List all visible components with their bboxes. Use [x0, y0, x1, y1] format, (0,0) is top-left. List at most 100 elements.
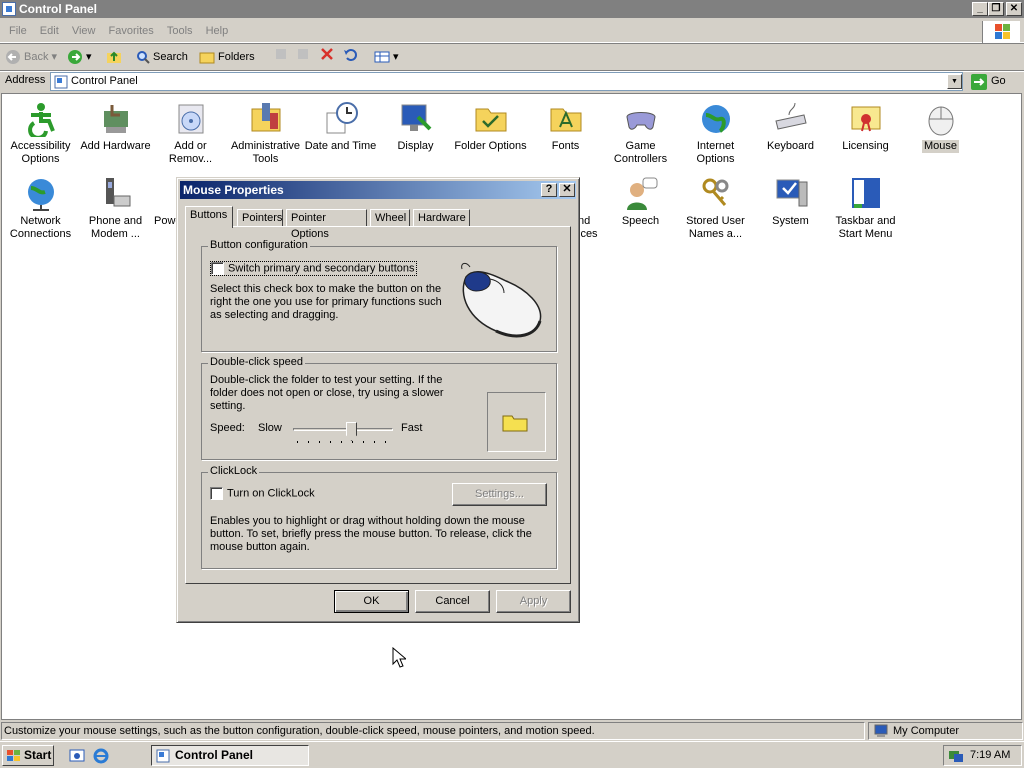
tab-pointer-options[interactable]: Pointer Options	[286, 209, 367, 240]
network-icon	[23, 176, 59, 212]
up-folder-icon	[107, 51, 121, 64]
address-label: Address	[5, 74, 46, 86]
dialog-title: Mouse Properties	[183, 183, 284, 197]
show-desktop-icon[interactable]	[69, 748, 85, 764]
views-icon	[374, 51, 390, 63]
tab-pointers[interactable]: Pointers	[237, 209, 283, 227]
window-titlebar[interactable]: Control Panel _ ❐ ✕	[0, 0, 1024, 18]
tab-hardware[interactable]: Hardware	[413, 209, 470, 227]
double-click-speed-group: Double-click speed Double-click the fold…	[201, 356, 557, 460]
clicklock-settings-button[interactable]: Settings...	[452, 483, 547, 506]
go-button[interactable]: Go	[969, 72, 1006, 91]
ok-button[interactable]: OK	[334, 590, 409, 613]
forward-arrow-icon	[68, 50, 82, 65]
minimize-button[interactable]: _	[972, 2, 988, 16]
menu-edit[interactable]: Edit	[39, 20, 60, 43]
mouse-properties-dialog: Mouse Properties ? ✕ Buttons Pointers Po…	[176, 177, 580, 623]
clicklock-checkbox-box[interactable]	[210, 487, 223, 500]
restore-button[interactable]: ❐	[988, 2, 1004, 16]
views-button[interactable]: ▾	[374, 47, 399, 67]
clock-icon	[323, 101, 359, 137]
double-click-speed-slider[interactable]	[293, 422, 393, 446]
add-remove-programs-item[interactable]: Add or Remov...	[153, 97, 228, 166]
menu-view[interactable]: View	[71, 20, 97, 43]
network-connections-item[interactable]: Network Connections	[3, 172, 78, 241]
phone-icon	[98, 176, 134, 212]
back-button[interactable]: Back ▾	[5, 47, 57, 67]
status-bar: Customize your mouse settings, such as t…	[0, 722, 1024, 740]
taskbar-control-panel-button[interactable]: Control Panel	[151, 745, 309, 766]
undo-icon[interactable]	[343, 47, 359, 67]
date-and-time-item[interactable]: Date and Time	[303, 97, 378, 153]
clock[interactable]: 7:19 AM	[970, 749, 1010, 761]
tab-buttons[interactable]: Buttons	[185, 206, 233, 228]
system-item[interactable]: System	[753, 172, 828, 228]
display-item[interactable]: Display	[378, 97, 453, 153]
network-tray-icon[interactable]	[948, 749, 964, 763]
start-button[interactable]: Start	[2, 745, 54, 766]
keyboard-item[interactable]: Keyboard	[753, 97, 828, 153]
address-dropdown-button[interactable]: ▼	[947, 74, 962, 89]
fast-label: Fast	[401, 422, 423, 434]
taskbar: Start Control Panel 7:19 AM	[0, 741, 1024, 768]
mouse-icon	[923, 101, 959, 137]
button-configuration-label: Button configuration	[208, 239, 310, 251]
clicklock-checkbox[interactable]: Turn on ClickLock	[210, 487, 315, 500]
fonts-item[interactable]: Fonts	[528, 97, 603, 153]
game-controllers-item[interactable]: Game Controllers	[603, 97, 678, 166]
menu-favorites[interactable]: Favorites	[108, 20, 155, 43]
administrative-tools-item[interactable]: Administrative Tools	[228, 97, 303, 166]
internet-explorer-icon[interactable]	[93, 748, 109, 764]
forward-button[interactable]: ▾	[67, 47, 92, 67]
toolbar: Back ▾ ▾ Search Folders ▾	[0, 45, 1024, 69]
control-panel-icon	[2, 2, 16, 16]
tab-wheel[interactable]: Wheel	[370, 209, 410, 227]
switch-buttons-checkbox-box[interactable]	[211, 262, 224, 275]
power-options-item[interactable]: Powe	[132, 172, 182, 228]
folder-options-item[interactable]: Folder Options	[453, 97, 528, 153]
apply-button[interactable]: Apply	[496, 590, 571, 613]
licensing-item[interactable]: Licensing	[828, 97, 903, 153]
double-click-speed-label: Double-click speed	[208, 356, 305, 368]
button-configuration-group: Button configuration Switch primary and …	[201, 239, 557, 352]
double-click-description: Double-click the folder to test your set…	[210, 374, 444, 412]
add-hardware-item[interactable]: Add Hardware	[78, 97, 153, 153]
dialog-close-button[interactable]: ✕	[559, 183, 575, 197]
display-icon	[398, 101, 434, 137]
keyboard-icon	[773, 101, 809, 137]
mouse-item[interactable]: Mouse	[903, 97, 978, 153]
help-button[interactable]: ?	[541, 183, 557, 197]
stored-user-names-item[interactable]: Stored User Names a...	[678, 172, 753, 241]
menu-file[interactable]: File	[8, 20, 28, 43]
internet-options-item[interactable]: Internet Options	[678, 97, 753, 166]
slider-thumb[interactable]	[346, 422, 357, 441]
speech-item[interactable]: Speech	[603, 172, 678, 228]
system-tray: 7:19 AM	[943, 745, 1022, 766]
menu-help[interactable]: Help	[205, 20, 230, 43]
status-zone: My Computer	[868, 722, 1023, 740]
folders-button[interactable]: Folders	[199, 47, 255, 67]
test-folder-area[interactable]	[487, 392, 546, 452]
address-input[interactable]: Control Panel ▼	[50, 72, 963, 91]
switch-buttons-checkbox[interactable]: Switch primary and secondary buttons	[210, 261, 418, 277]
copy-to-icon[interactable]	[296, 47, 310, 67]
clicklock-description: Enables you to highlight or drag without…	[210, 515, 532, 553]
go-arrow-icon	[971, 74, 987, 90]
search-button[interactable]: Search	[136, 47, 188, 67]
accessibility-icon	[23, 101, 59, 140]
windows-logo-icon	[982, 21, 1020, 43]
accessibility-options-item[interactable]: Accessibility Options	[3, 97, 78, 166]
menu-tools[interactable]: Tools	[166, 20, 194, 43]
cancel-button[interactable]: Cancel	[415, 590, 490, 613]
my-computer-icon	[874, 724, 888, 737]
taskbar-and-start-menu-item[interactable]: Taskbar and Start Menu	[828, 172, 903, 241]
move-to-icon[interactable]	[274, 47, 288, 67]
control-panel-task-icon	[156, 749, 170, 763]
clicklock-group: ClickLock Turn on ClickLock Settings... …	[201, 465, 557, 569]
dialog-titlebar[interactable]: Mouse Properties ? ✕	[180, 181, 576, 199]
close-button[interactable]: ✕	[1006, 2, 1022, 16]
delete-icon[interactable]	[320, 47, 334, 67]
clicklock-label: ClickLock	[208, 465, 260, 477]
search-icon	[137, 51, 150, 64]
up-folder-button[interactable]	[106, 47, 125, 67]
